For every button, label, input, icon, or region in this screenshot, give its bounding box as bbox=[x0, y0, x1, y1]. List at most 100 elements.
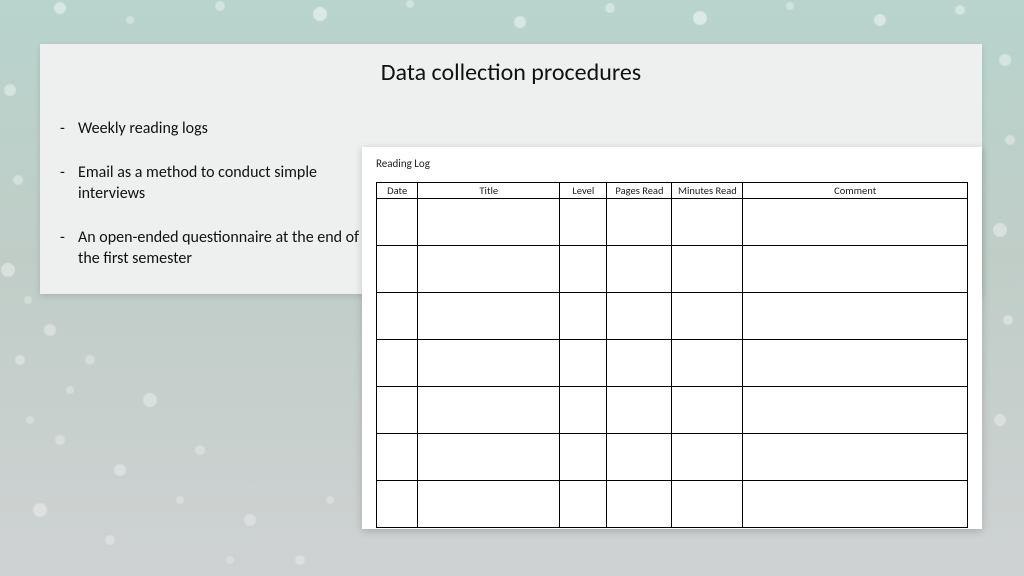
table-column-header: Level bbox=[560, 183, 607, 199]
table-cell bbox=[560, 481, 607, 528]
table-cell bbox=[418, 199, 560, 246]
bullet-text: Email as a method to conduct simple inte… bbox=[78, 162, 360, 205]
list-item: - Email as a method to conduct simple in… bbox=[60, 162, 360, 205]
bokeh-dot bbox=[55, 435, 65, 445]
table-column-header: Title bbox=[418, 183, 560, 199]
table-cell bbox=[418, 293, 560, 340]
table-cell bbox=[418, 246, 560, 293]
table-cell bbox=[672, 340, 743, 387]
table-row bbox=[377, 246, 968, 293]
table-cell bbox=[560, 293, 607, 340]
bokeh-dot bbox=[226, 556, 234, 564]
table-cell bbox=[607, 434, 672, 481]
table-cell bbox=[672, 293, 743, 340]
bokeh-dot bbox=[44, 324, 56, 336]
bokeh-dot bbox=[406, 0, 414, 8]
table-cell bbox=[377, 481, 418, 528]
bokeh-dot bbox=[24, 296, 32, 304]
bokeh-dot bbox=[126, 16, 134, 24]
bokeh-dot bbox=[143, 393, 157, 407]
table-cell bbox=[560, 340, 607, 387]
table-row bbox=[377, 434, 968, 481]
table-cell bbox=[377, 246, 418, 293]
table-column-header: Comment bbox=[743, 183, 968, 199]
table-header-row: DateTitleLevelPages ReadMinutes ReadComm… bbox=[377, 183, 968, 199]
table-cell bbox=[418, 434, 560, 481]
bokeh-dot bbox=[33, 503, 47, 517]
bokeh-dot bbox=[514, 16, 526, 28]
bullet-text: An open-ended questionnaire at the end o… bbox=[78, 227, 360, 270]
bokeh-dot bbox=[4, 84, 16, 96]
table-cell bbox=[377, 340, 418, 387]
bokeh-dot bbox=[313, 7, 327, 21]
bokeh-dot bbox=[993, 223, 1007, 237]
table-cell bbox=[607, 481, 672, 528]
table-body bbox=[377, 199, 968, 528]
table-cell bbox=[560, 387, 607, 434]
bokeh-dot bbox=[326, 496, 334, 504]
reading-log-panel: Reading Log DateTitleLevelPages ReadMinu… bbox=[362, 147, 982, 529]
reading-log-table: DateTitleLevelPages ReadMinutes ReadComm… bbox=[376, 182, 968, 528]
bokeh-dot bbox=[693, 11, 707, 25]
bokeh-dot bbox=[215, 1, 225, 11]
bokeh-dot bbox=[114, 464, 126, 476]
bokeh-dot bbox=[244, 514, 256, 526]
bullet-list: - Weekly reading logs - Email as a metho… bbox=[60, 118, 360, 292]
bokeh-dot bbox=[13, 175, 23, 185]
table-column-header: Pages Read bbox=[607, 183, 672, 199]
bullet-dash-icon: - bbox=[60, 227, 78, 249]
list-item: - Weekly reading logs bbox=[60, 118, 360, 140]
slide-title: Data collection procedures bbox=[40, 58, 982, 87]
table-cell bbox=[743, 199, 968, 246]
table-cell bbox=[672, 481, 743, 528]
table-column-header: Date bbox=[377, 183, 418, 199]
bullet-dash-icon: - bbox=[60, 118, 78, 140]
bullet-dash-icon: - bbox=[60, 162, 78, 184]
bokeh-dot bbox=[1, 263, 15, 277]
bokeh-dot bbox=[176, 496, 184, 504]
table-cell bbox=[672, 387, 743, 434]
table-cell bbox=[377, 387, 418, 434]
table-row bbox=[377, 199, 968, 246]
bokeh-dot bbox=[786, 2, 794, 10]
table-cell bbox=[743, 434, 968, 481]
table-column-header: Minutes Read bbox=[672, 183, 743, 199]
table-cell bbox=[377, 434, 418, 481]
table-row bbox=[377, 481, 968, 528]
bokeh-dot bbox=[26, 416, 34, 424]
table-cell bbox=[607, 246, 672, 293]
table-cell bbox=[743, 340, 968, 387]
bokeh-dot bbox=[605, 3, 615, 13]
bokeh-dot bbox=[105, 535, 115, 545]
bokeh-dot bbox=[295, 555, 305, 565]
table-row bbox=[377, 340, 968, 387]
bokeh-dot bbox=[15, 355, 25, 365]
bokeh-dot bbox=[195, 445, 205, 455]
table-cell bbox=[607, 199, 672, 246]
table-cell bbox=[418, 387, 560, 434]
table-cell bbox=[743, 481, 968, 528]
reading-log-title: Reading Log bbox=[376, 157, 968, 170]
bokeh-dot bbox=[874, 14, 886, 26]
bullet-text: Weekly reading logs bbox=[78, 118, 208, 140]
bokeh-dot bbox=[54, 2, 66, 14]
bokeh-dot bbox=[955, 5, 965, 15]
table-cell bbox=[418, 481, 560, 528]
table-cell bbox=[560, 434, 607, 481]
table-cell bbox=[672, 246, 743, 293]
table-cell bbox=[607, 340, 672, 387]
table-cell bbox=[743, 293, 968, 340]
table-row bbox=[377, 387, 968, 434]
bokeh-dot bbox=[66, 386, 74, 394]
table-cell bbox=[377, 293, 418, 340]
table-cell bbox=[743, 387, 968, 434]
table-cell bbox=[672, 199, 743, 246]
table-cell bbox=[607, 293, 672, 340]
table-cell bbox=[377, 199, 418, 246]
table-cell bbox=[607, 387, 672, 434]
bokeh-dot bbox=[994, 414, 1006, 426]
bokeh-dot bbox=[1003, 315, 1013, 325]
bokeh-dot bbox=[1005, 135, 1015, 145]
table-cell bbox=[418, 340, 560, 387]
table-cell bbox=[560, 246, 607, 293]
